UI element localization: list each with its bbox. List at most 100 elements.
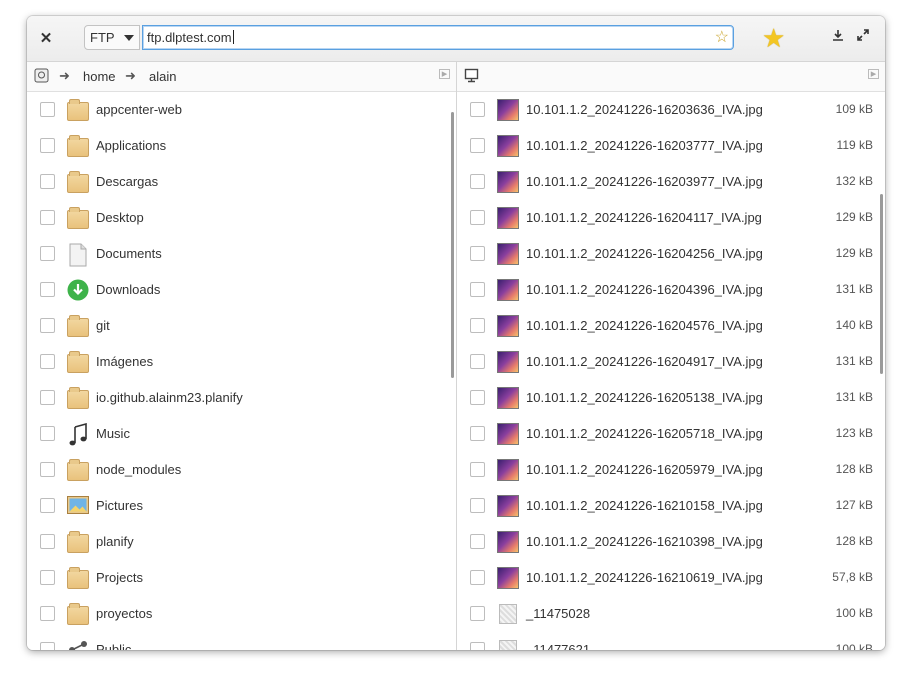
select-checkbox[interactable] bbox=[470, 534, 485, 549]
breadcrumb-alain[interactable]: alain bbox=[149, 69, 176, 84]
list-item[interactable]: 10.101.1.2_20241226-16203777_IVA.jpg 119 … bbox=[457, 128, 885, 164]
select-checkbox[interactable] bbox=[470, 606, 485, 621]
network-icon[interactable] bbox=[464, 68, 479, 86]
select-checkbox[interactable] bbox=[470, 174, 485, 189]
list-item[interactable]: 10.101.1.2_20241226-16204576_IVA.jpg 140 … bbox=[457, 308, 885, 344]
list-item[interactable]: git bbox=[27, 308, 456, 344]
file-name: appcenter-web bbox=[96, 102, 182, 117]
breadcrumb-home[interactable]: home bbox=[83, 69, 116, 84]
list-item[interactable]: 10.101.1.2_20241226-16210158_IVA.jpg 127 … bbox=[457, 488, 885, 524]
folder-icon bbox=[67, 207, 89, 229]
scrollbar[interactable] bbox=[451, 112, 454, 378]
select-checkbox[interactable] bbox=[470, 102, 485, 117]
scrollbar[interactable] bbox=[880, 194, 883, 374]
file-name: proyectos bbox=[96, 606, 153, 621]
select-checkbox[interactable] bbox=[470, 210, 485, 225]
list-item[interactable]: node_modules bbox=[27, 452, 456, 488]
file-size: 100 kB bbox=[835, 642, 873, 650]
select-checkbox[interactable] bbox=[40, 210, 55, 225]
select-checkbox[interactable] bbox=[40, 390, 55, 405]
select-checkbox[interactable] bbox=[40, 498, 55, 513]
select-checkbox[interactable] bbox=[470, 354, 485, 369]
list-item[interactable]: appcenter-web bbox=[27, 92, 456, 128]
pane-action-icon[interactable]: ▸ bbox=[439, 69, 450, 80]
select-checkbox[interactable] bbox=[40, 174, 55, 189]
list-item[interactable]: 10.101.1.2_20241226-16203636_IVA.jpg 109 … bbox=[457, 92, 885, 128]
image-icon bbox=[497, 207, 519, 229]
select-checkbox[interactable] bbox=[470, 246, 485, 261]
list-item[interactable]: Imágenes bbox=[27, 344, 456, 380]
list-item[interactable]: Pictures bbox=[27, 488, 456, 524]
list-item[interactable]: _11475028 100 kB bbox=[457, 596, 885, 632]
list-item[interactable]: Applications bbox=[27, 128, 456, 164]
file-name: 10.101.1.2_20241226-16203636_IVA.jpg bbox=[526, 102, 763, 117]
select-checkbox[interactable] bbox=[470, 462, 485, 477]
select-checkbox[interactable] bbox=[40, 282, 55, 297]
select-checkbox[interactable] bbox=[40, 354, 55, 369]
list-item[interactable]: 10.101.1.2_20241226-16205718_IVA.jpg 123 … bbox=[457, 416, 885, 452]
image-icon bbox=[497, 495, 519, 517]
list-item[interactable]: Desktop bbox=[27, 200, 456, 236]
drive-icon[interactable] bbox=[34, 68, 49, 86]
select-checkbox[interactable] bbox=[40, 642, 55, 650]
list-item[interactable]: _11477621 100 kB bbox=[457, 632, 885, 650]
list-item[interactable]: 10.101.1.2_20241226-16203977_IVA.jpg 132 … bbox=[457, 164, 885, 200]
download-icon[interactable] bbox=[832, 28, 844, 44]
select-checkbox[interactable] bbox=[470, 498, 485, 513]
file-size: 131 kB bbox=[835, 390, 873, 404]
url-input[interactable]: ftp.dlptest.com ☆ bbox=[142, 25, 734, 50]
star-outline-icon[interactable]: ☆ bbox=[715, 29, 729, 47]
file-name: 10.101.1.2_20241226-16203777_IVA.jpg bbox=[526, 138, 763, 153]
select-checkbox[interactable] bbox=[470, 426, 485, 441]
pane-action-icon[interactable]: ▸ bbox=[868, 69, 879, 80]
list-item[interactable]: 10.101.1.2_20241226-16204117_IVA.jpg 129 … bbox=[457, 200, 885, 236]
image-icon bbox=[497, 531, 519, 553]
list-item[interactable]: Descargas bbox=[27, 164, 456, 200]
select-checkbox[interactable] bbox=[40, 570, 55, 585]
breadcrumb: ➜ home ➜ alain ▸ bbox=[27, 62, 456, 92]
file-name: Documents bbox=[96, 246, 162, 261]
list-item[interactable]: 10.101.1.2_20241226-16204917_IVA.jpg 131 … bbox=[457, 344, 885, 380]
select-checkbox[interactable] bbox=[470, 318, 485, 333]
select-checkbox[interactable] bbox=[40, 606, 55, 621]
list-item[interactable]: Documents bbox=[27, 236, 456, 272]
select-checkbox[interactable] bbox=[470, 390, 485, 405]
select-checkbox[interactable] bbox=[40, 426, 55, 441]
list-item[interactable]: proyectos bbox=[27, 596, 456, 632]
close-button[interactable]: ✕ bbox=[33, 26, 59, 50]
protocol-select[interactable]: FTP bbox=[84, 25, 140, 50]
document-icon bbox=[67, 243, 89, 267]
select-checkbox[interactable] bbox=[470, 570, 485, 585]
select-checkbox[interactable] bbox=[470, 642, 485, 650]
remote-breadcrumb: ▸ bbox=[457, 62, 885, 92]
image-icon bbox=[497, 171, 519, 193]
select-checkbox[interactable] bbox=[40, 318, 55, 333]
list-item[interactable]: io.github.alainm23.planify bbox=[27, 380, 456, 416]
select-checkbox[interactable] bbox=[470, 138, 485, 153]
list-item[interactable]: 10.101.1.2_20241226-16205979_IVA.jpg 128 … bbox=[457, 452, 885, 488]
select-checkbox[interactable] bbox=[40, 102, 55, 117]
select-checkbox[interactable] bbox=[40, 462, 55, 477]
list-item[interactable]: Downloads bbox=[27, 272, 456, 308]
list-item[interactable]: Music bbox=[27, 416, 456, 452]
star-icon[interactable]: ★ bbox=[762, 24, 785, 52]
file-name: 10.101.1.2_20241226-16210619_IVA.jpg bbox=[526, 570, 763, 585]
file-size: 100 kB bbox=[835, 606, 873, 620]
list-item[interactable]: 10.101.1.2_20241226-16204256_IVA.jpg 129 … bbox=[457, 236, 885, 272]
list-item[interactable]: 10.101.1.2_20241226-16210619_IVA.jpg 57,8… bbox=[457, 560, 885, 596]
select-checkbox[interactable] bbox=[40, 534, 55, 549]
select-checkbox[interactable] bbox=[40, 246, 55, 261]
fullscreen-icon[interactable] bbox=[857, 28, 869, 44]
list-item[interactable]: 10.101.1.2_20241226-16204396_IVA.jpg 131 … bbox=[457, 272, 885, 308]
select-checkbox[interactable] bbox=[470, 282, 485, 297]
file-name: planify bbox=[96, 534, 134, 549]
list-item[interactable]: planify bbox=[27, 524, 456, 560]
list-item[interactable]: 10.101.1.2_20241226-16210398_IVA.jpg 128 … bbox=[457, 524, 885, 560]
image-icon bbox=[497, 135, 519, 157]
list-item[interactable]: Projects bbox=[27, 560, 456, 596]
arrow-right-icon: ➜ bbox=[125, 68, 136, 83]
list-item[interactable]: 10.101.1.2_20241226-16205138_IVA.jpg 131 … bbox=[457, 380, 885, 416]
remote-file-list: 10.101.1.2_20241226-16203636_IVA.jpg 109 … bbox=[457, 92, 885, 650]
select-checkbox[interactable] bbox=[40, 138, 55, 153]
list-item[interactable]: Public bbox=[27, 632, 456, 650]
